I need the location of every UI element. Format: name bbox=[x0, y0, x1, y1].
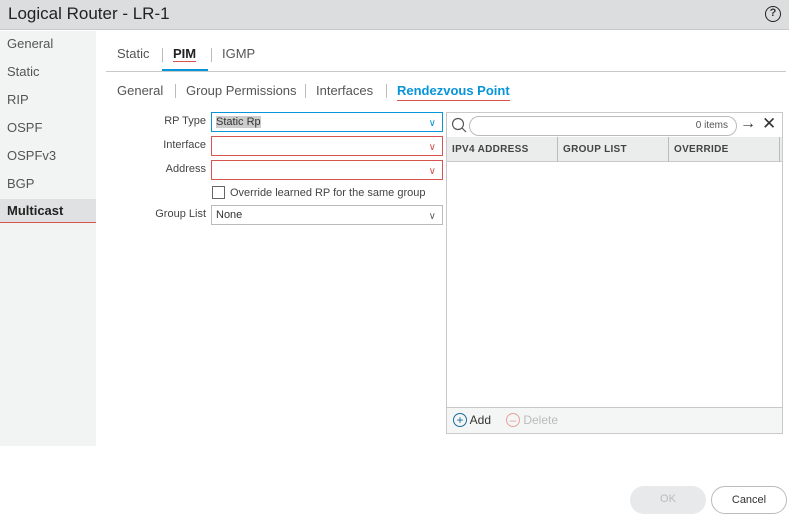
group-list-label: Group List bbox=[155, 208, 206, 220]
filter-input[interactable]: 0 items bbox=[469, 116, 737, 136]
subtab-general[interactable]: General bbox=[117, 83, 163, 98]
sidebar-item-ospfv3[interactable]: OSPFv3 bbox=[0, 143, 96, 169]
subtab-group-permissions[interactable]: Group Permissions bbox=[186, 83, 297, 98]
chevron-down-icon: ∨ bbox=[428, 142, 436, 153]
sidebar-item-static[interactable]: Static bbox=[0, 59, 96, 85]
add-icon: + bbox=[453, 413, 467, 427]
tab-static[interactable]: Static bbox=[117, 46, 150, 61]
subtab-divider bbox=[175, 84, 176, 98]
items-count: 0 items bbox=[695, 120, 728, 131]
add-button[interactable]: + Add bbox=[453, 413, 491, 427]
column-header-override[interactable]: OVERRIDE bbox=[669, 137, 780, 162]
search-icon[interactable] bbox=[451, 117, 467, 133]
group-list-select[interactable]: None ∨ bbox=[211, 205, 443, 225]
tab-divider bbox=[162, 48, 163, 62]
subtab-rendezvous-point[interactable]: Rendezvous Point bbox=[397, 83, 510, 101]
tab-divider bbox=[211, 48, 212, 62]
ok-button[interactable]: OK bbox=[630, 486, 706, 514]
subtab-divider bbox=[386, 84, 387, 98]
title-bar: Logical Router - LR-1 ? bbox=[0, 0, 789, 30]
rp-grid: 0 items → ✕ IPV4 ADDRESS GROUP LIST OVER… bbox=[446, 112, 783, 434]
chevron-down-icon: ∨ bbox=[428, 211, 436, 222]
override-checkbox[interactable] bbox=[212, 186, 225, 199]
subtab-divider bbox=[305, 84, 306, 98]
sidebar: General Static RIP OSPF OSPFv3 BGP Multi… bbox=[0, 31, 96, 446]
address-select[interactable]: ∨ bbox=[211, 160, 443, 180]
cancel-button[interactable]: Cancel bbox=[711, 486, 787, 514]
interface-select[interactable]: ∨ bbox=[211, 136, 443, 156]
sidebar-item-rip[interactable]: RIP bbox=[0, 87, 96, 113]
address-label: Address bbox=[165, 163, 206, 175]
tab-pim[interactable]: PIM bbox=[173, 46, 197, 62]
add-label: Add bbox=[469, 413, 492, 427]
header-filler bbox=[780, 137, 782, 162]
sidebar-item-multicast[interactable]: Multicast bbox=[0, 199, 96, 223]
delete-icon: – bbox=[506, 413, 520, 427]
sidebar-item-ospf[interactable]: OSPF bbox=[0, 115, 96, 141]
delete-button: – Delete bbox=[506, 413, 558, 427]
sidebar-item-general[interactable]: General bbox=[0, 31, 96, 57]
tab-igmp[interactable]: IGMP bbox=[222, 46, 255, 61]
clear-filter-close-icon[interactable]: ✕ bbox=[762, 114, 776, 134]
column-header-ipv4-address[interactable]: IPV4 ADDRESS bbox=[447, 137, 558, 162]
dialog-title: Logical Router - LR-1 bbox=[8, 4, 170, 23]
rp-type-label: RP Type bbox=[164, 115, 206, 127]
rp-type-value: Static Rp bbox=[216, 116, 261, 128]
subtab-interfaces[interactable]: Interfaces bbox=[316, 83, 373, 98]
rp-type-select[interactable]: Static Rp ∨ bbox=[211, 112, 443, 132]
tab-divider-line bbox=[106, 71, 786, 72]
sidebar-item-bgp[interactable]: BGP bbox=[0, 171, 96, 197]
column-header-group-list[interactable]: GROUP LIST bbox=[558, 137, 669, 162]
apply-filter-arrow-icon[interactable]: → bbox=[740, 115, 756, 133]
chevron-down-icon: ∨ bbox=[428, 118, 436, 129]
chevron-down-icon: ∨ bbox=[428, 166, 436, 177]
group-list-value: None bbox=[216, 209, 243, 221]
help-icon[interactable]: ? bbox=[765, 6, 781, 22]
grid-footer: + Add – Delete bbox=[447, 407, 782, 433]
delete-label: Delete bbox=[523, 413, 559, 427]
override-label: Override learned RP for the same group bbox=[230, 187, 426, 199]
interface-label: Interface bbox=[163, 139, 206, 151]
